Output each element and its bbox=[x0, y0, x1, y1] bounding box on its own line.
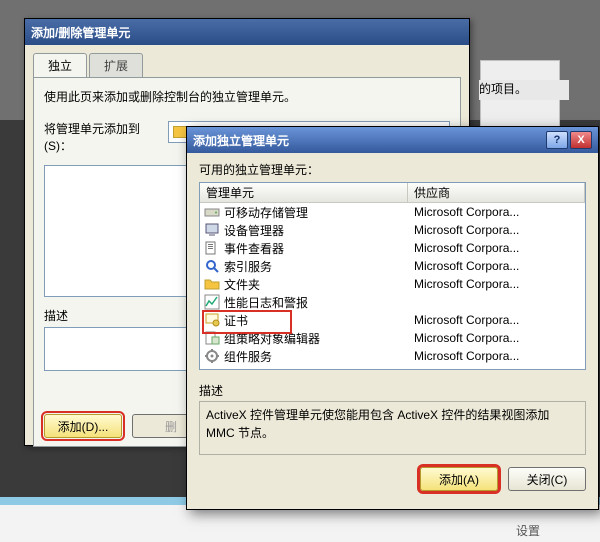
col-vendor[interactable]: 供应商 bbox=[408, 183, 585, 203]
list-item-vendor: Microsoft Corpora... bbox=[408, 331, 585, 345]
win2-titlebar[interactable]: 添加独立管理单元 ? X bbox=[187, 127, 598, 153]
win2-add-button[interactable]: 添加(A) bbox=[420, 467, 498, 491]
list-item-name: 事件查看器 bbox=[224, 240, 284, 257]
list-item-vendor: Microsoft Corpora... bbox=[408, 223, 585, 237]
list-item-vendor: Microsoft Corpora... bbox=[408, 205, 585, 219]
cert-icon bbox=[204, 312, 220, 328]
win2-desc-label: 描述 bbox=[199, 382, 586, 399]
list-item[interactable]: 索引服务 Microsoft Corpora... bbox=[200, 257, 585, 275]
win2-desc-text: ActiveX 控件管理单元使您能用包含 ActiveX 控件的结果视图添加 M… bbox=[199, 401, 586, 455]
list-item[interactable]: 设备管理器 Microsoft Corpora... bbox=[200, 221, 585, 239]
list-item-name: 索引服务 bbox=[224, 258, 272, 275]
tab-extensions[interactable]: 扩展 bbox=[89, 53, 143, 77]
list-item-name: 证书 bbox=[224, 312, 248, 329]
list-item-name: 性能日志和警报 bbox=[224, 294, 308, 311]
perf-icon bbox=[204, 294, 220, 310]
index-icon bbox=[204, 258, 220, 274]
list-item[interactable]: 事件查看器 Microsoft Corpora... bbox=[200, 239, 585, 257]
list-item-name: 可移动存储管理 bbox=[224, 204, 308, 221]
snapin-listview[interactable]: 管理单元 供应商 可移动存储管理Microsoft Corpora...设备管理… bbox=[199, 182, 586, 370]
gpedit-icon bbox=[204, 330, 220, 346]
event-icon bbox=[204, 240, 220, 256]
status-label: 设置 bbox=[516, 522, 540, 539]
background-parent-text: 的项目。 bbox=[479, 80, 569, 100]
addto-label: 将管理单元添加到 (S)： bbox=[44, 121, 162, 155]
win1-tabstrip: 独立 扩展 bbox=[33, 53, 461, 77]
list-item-name: 组件服务 bbox=[224, 348, 272, 365]
folder-icon bbox=[173, 126, 187, 138]
list-item[interactable]: 可移动存储管理 Microsoft Corpora... bbox=[200, 203, 585, 221]
win1-instruction: 使用此页来添加或删除控制台的独立管理单元。 bbox=[44, 88, 450, 105]
col-snapin[interactable]: 管理单元 bbox=[200, 183, 408, 203]
win1-add-button[interactable]: 添加(D)... bbox=[44, 414, 122, 438]
listview-body[interactable]: 可移动存储管理 Microsoft Corpora... 设备管理器 Microsof… bbox=[200, 203, 585, 370]
folder-icon bbox=[204, 276, 220, 292]
win2-title: 添加独立管理单元 bbox=[193, 132, 289, 149]
list-item-vendor: Microsoft Corpora... bbox=[408, 313, 585, 327]
comsvc-icon bbox=[204, 348, 220, 364]
list-item-vendor: Microsoft Corpora... bbox=[408, 259, 585, 273]
win2-close-button[interactable]: 关闭(C) bbox=[508, 467, 586, 491]
close-window-button[interactable]: X bbox=[570, 131, 592, 149]
drive-icon bbox=[204, 204, 220, 220]
list-item-name: 文件夹 bbox=[224, 276, 260, 293]
device-icon bbox=[204, 222, 220, 238]
list-item-vendor: Microsoft Corpora... bbox=[408, 277, 585, 291]
help-button[interactable]: ? bbox=[546, 131, 568, 149]
win2-window-buttons: ? X bbox=[546, 131, 592, 149]
available-label: 可用的独立管理单元： bbox=[199, 161, 586, 178]
background-footer bbox=[0, 505, 600, 542]
win1-title: 添加/删除管理单元 bbox=[31, 24, 130, 41]
list-item[interactable]: 文件夹 Microsoft Corpora... bbox=[200, 275, 585, 293]
listview-header: 管理单元 供应商 bbox=[200, 183, 585, 203]
list-item-name: 设备管理器 bbox=[224, 222, 284, 239]
list-item[interactable]: 性能日志和警报 bbox=[200, 293, 585, 311]
tab-standalone[interactable]: 独立 bbox=[33, 53, 87, 77]
list-item-vendor: Microsoft Corpora... bbox=[408, 349, 585, 363]
win1-titlebar[interactable]: 添加/删除管理单元 bbox=[25, 19, 469, 45]
list-item[interactable]: 组件服务 Microsoft Corpora... bbox=[200, 347, 585, 365]
list-item[interactable]: 证书 Microsoft Corpora... bbox=[200, 311, 585, 329]
add-standalone-snapin-dialog: 添加独立管理单元 ? X 可用的独立管理单元： 管理单元 供应商 可移动存储管理… bbox=[186, 126, 599, 510]
list-item-name: 组策略对象编辑器 bbox=[224, 330, 320, 347]
list-item-vendor: Microsoft Corpora... bbox=[408, 241, 585, 255]
list-item[interactable]: 组策略对象编辑器 Microsoft Corpora... bbox=[200, 329, 585, 347]
